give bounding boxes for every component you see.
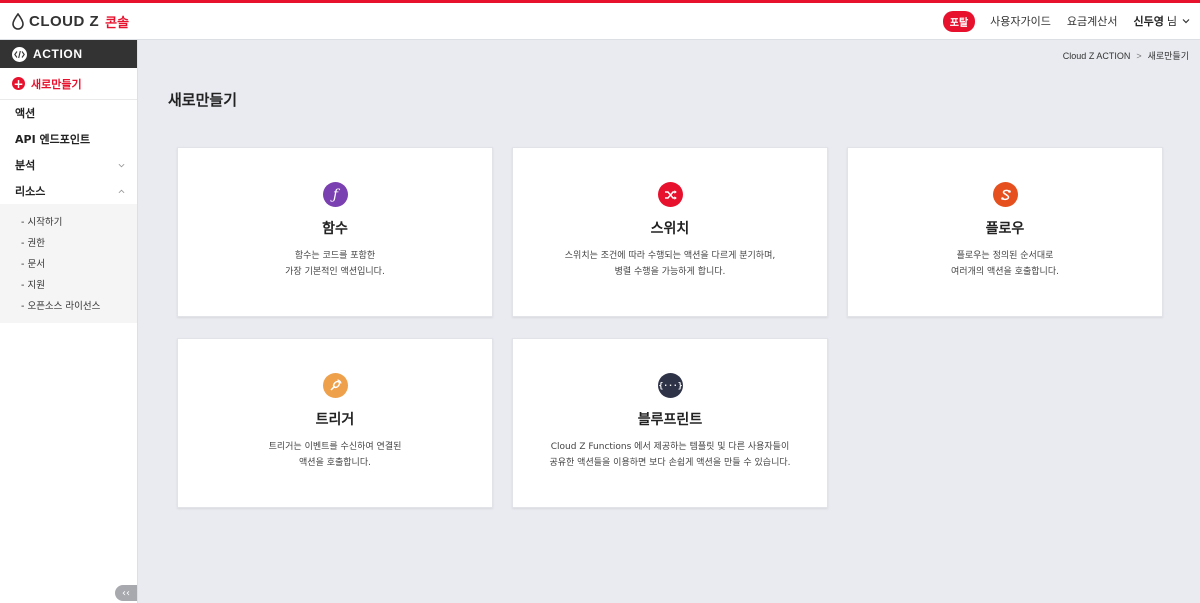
card-desc-line: 함수는 코드를 포함한 — [294, 251, 376, 261]
trigger-icon — [323, 373, 348, 398]
sidebar-subitem-open-source-license[interactable]: - 오픈소스 라이선스 — [0, 294, 137, 315]
sidebar-item-actions[interactable]: 액션 — [0, 100, 137, 126]
top-header: CLOUD Z 콘솔 포탈 사용자가이드 요금계산서 신두영 님 — [0, 0, 1200, 40]
sidebar-subitem-getting-started[interactable]: - 시작하기 — [0, 210, 137, 231]
breadcrumb-current: 새로만들기 — [1147, 51, 1189, 61]
card-desc-line: 액션을 호출합니다. — [299, 458, 371, 468]
card-blueprint[interactable]: {···} 블루프린트 Cloud Z Functions 에서 제공하는 템플… — [512, 338, 828, 508]
sidebar-item-label: API 엔드포인트 — [15, 133, 91, 146]
logo-subtitle: 콘솔 — [105, 15, 130, 31]
chevron-up-icon — [118, 189, 125, 193]
function-icon: ƒ — [323, 182, 348, 207]
logo-text: CLOUD Z — [29, 12, 100, 30]
card-desc-line: 플로우는 정의된 순서대로 — [956, 251, 1054, 261]
sidebar-subitem-docs[interactable]: - 문서 — [0, 252, 137, 273]
breadcrumb: Cloud Z ACTION > 새로만들기 — [1063, 49, 1189, 62]
logo[interactable]: CLOUD Z 콘솔 — [12, 11, 129, 31]
sidebar-title: ACTION — [33, 47, 83, 61]
card-title: 플로우 — [985, 221, 1025, 237]
sidebar-header: ACTION — [0, 40, 137, 68]
chevron-down-icon — [1182, 19, 1190, 24]
logo-drop-icon — [12, 12, 24, 30]
card-flow[interactable]: 플로우 플로우는 정의된 순서대로 여러개의 액션을 호출합니다. — [847, 147, 1163, 317]
top-nav: 포탈 사용자가이드 요금계산서 신두영 님 — [942, 10, 1191, 32]
portal-button[interactable]: 포탈 — [942, 10, 976, 32]
user-suffix: 님 — [1166, 15, 1177, 28]
card-desc-line: 병렬 수행을 가능하게 합니다. — [614, 267, 726, 277]
sidebar-item-label: 액션 — [15, 107, 36, 120]
card-description: 함수는 코드를 포함한 가장 기본적인 액션입니다. — [188, 248, 482, 280]
sidebar-item-analytics[interactable]: 분석 — [0, 152, 137, 178]
chevron-down-icon — [118, 163, 125, 167]
code-icon — [12, 46, 27, 62]
card-title: 스위치 — [650, 221, 690, 237]
sidebar-item-new-label: 새로만들기 — [31, 77, 82, 91]
sidebar-subitem-permissions[interactable]: - 권한 — [0, 231, 137, 252]
card-trigger[interactable]: 트리거 트리거는 이벤트를 수신하여 연결된 액션을 호출합니다. — [177, 338, 493, 508]
flow-icon — [993, 182, 1018, 207]
sidebar: ACTION + 새로만들기 액션 API 엔드포인트 분석 리소스 - 시작하… — [0, 40, 138, 603]
sidebar-item-api-endpoints[interactable]: API 엔드포인트 — [0, 126, 137, 152]
card-switch[interactable]: 스위치 스위치는 조건에 따라 수행되는 액션을 다르게 분기하며, 병렬 수행… — [512, 147, 828, 317]
plus-icon: + — [12, 76, 25, 91]
user-menu[interactable]: 신두영 님 — [1134, 13, 1191, 29]
blueprint-icon: {···} — [658, 373, 683, 398]
card-description: 플로우는 정의된 순서대로 여러개의 액션을 호출합니다. — [858, 248, 1152, 280]
sidebar-item-new[interactable]: + 새로만들기 — [0, 68, 137, 100]
card-description: 트리거는 이벤트를 수신하여 연결된 액션을 호출합니다. — [188, 439, 482, 471]
card-description: Cloud Z Functions 에서 제공하는 템플릿 및 다른 사용자들이… — [523, 439, 817, 471]
card-desc-line: 트리거는 이벤트를 수신하여 연결된 — [268, 442, 402, 452]
card-desc-line: 스위치는 조건에 따라 수행되는 액션을 다르게 분기하며, — [564, 251, 776, 261]
card-description: 스위치는 조건에 따라 수행되는 액션을 다르게 분기하며, 병렬 수행을 가능… — [523, 248, 817, 280]
sidebar-collapse-button[interactable]: ‹‹ — [115, 585, 137, 601]
breadcrumb-root[interactable]: Cloud Z ACTION — [1063, 51, 1131, 61]
card-title: 트리거 — [315, 412, 355, 428]
sidebar-item-label: 분석 — [15, 159, 36, 172]
card-desc-line: 가장 기본적인 액션입니다. — [285, 267, 385, 277]
pricing-calculator-link[interactable]: 요금계산서 — [1067, 13, 1118, 29]
card-desc-line: Cloud Z Functions 에서 제공하는 템플릿 및 다른 사용자들이 — [550, 442, 790, 452]
resources-submenu: - 시작하기 - 권한 - 문서 - 지원 - 오픈소스 라이선스 — [0, 204, 137, 323]
breadcrumb-separator: > — [1136, 50, 1142, 61]
page-title: 새로만들기 — [168, 91, 238, 109]
card-title: 블루프린트 — [637, 412, 703, 428]
card-desc-line: 여러개의 액션을 호출합니다. — [951, 267, 1059, 277]
sidebar-item-resources[interactable]: 리소스 — [0, 178, 137, 204]
user-name: 신두영 — [1133, 15, 1164, 28]
sidebar-subitem-support[interactable]: - 지원 — [0, 273, 137, 294]
sidebar-item-label: 리소스 — [15, 185, 46, 198]
card-title: 함수 — [322, 221, 348, 237]
card-desc-line: 공유한 액션들을 이용하면 보다 손쉽게 액션을 만들 수 있습니다. — [549, 458, 791, 468]
switch-icon — [658, 182, 683, 207]
user-guide-link[interactable]: 사용자가이드 — [990, 13, 1051, 29]
card-function[interactable]: ƒ 함수 함수는 코드를 포함한 가장 기본적인 액션입니다. — [177, 147, 493, 317]
